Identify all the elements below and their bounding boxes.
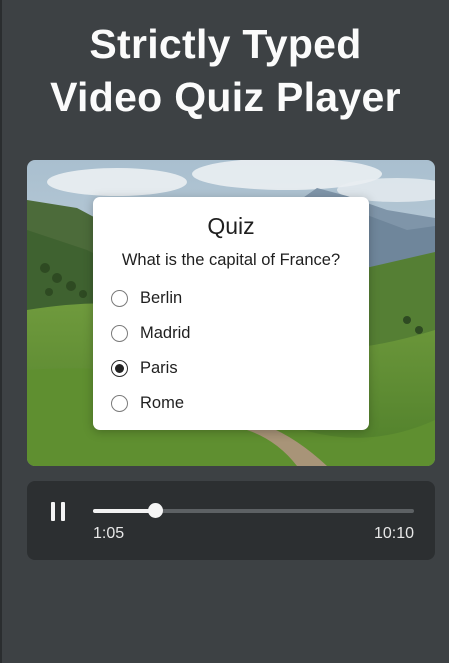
progress-thumb[interactable]	[147, 503, 163, 518]
player-controls: 1:05 10:10	[27, 481, 435, 560]
title-line-1: Strictly Typed	[89, 21, 362, 67]
current-time: 1:05	[93, 525, 125, 542]
quiz-title: Quiz	[207, 213, 255, 239]
quiz-question: What is the capital of France?	[121, 251, 341, 269]
progress-fill	[93, 509, 155, 513]
option-berlin[interactable]: Berlin	[111, 281, 369, 316]
progress-bar[interactable]	[93, 503, 414, 518]
option-label: Madrid	[140, 324, 191, 342]
radio-paris[interactable]	[111, 360, 128, 377]
radio-rome[interactable]	[111, 395, 128, 412]
answer-options: Berlin Madrid Paris Rome	[93, 281, 369, 421]
page-title: Strictly Typed Video Quiz Player	[2, 18, 449, 124]
title-line-2: Video Quiz Player	[50, 74, 401, 120]
option-label: Berlin	[140, 289, 183, 307]
radio-madrid[interactable]	[111, 325, 128, 342]
duration: 10:10	[373, 525, 414, 542]
pause-icon[interactable]	[49, 501, 69, 523]
option-label: Paris	[140, 359, 178, 377]
option-rome[interactable]: Rome	[111, 386, 369, 421]
radio-berlin[interactable]	[111, 290, 128, 307]
video-frame[interactable]: Quiz What is the capital of France? Berl…	[27, 160, 435, 466]
option-paris[interactable]: Paris	[111, 351, 369, 386]
option-label: Rome	[140, 394, 185, 412]
quiz-dialog: Quiz What is the capital of France? Berl…	[93, 197, 369, 430]
option-madrid[interactable]: Madrid	[111, 316, 369, 351]
